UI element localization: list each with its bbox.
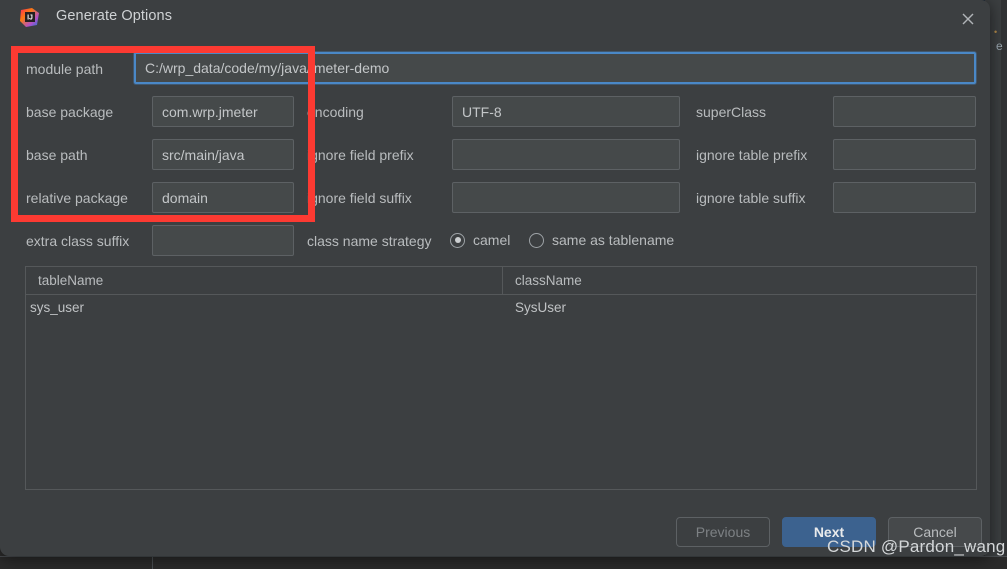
label-class-name-strategy: class name strategy	[307, 233, 432, 249]
label-ignore-field-suffix: ignore field suffix	[307, 190, 412, 206]
encoding-input[interactable]: UTF-8	[452, 96, 680, 127]
extra-class-suffix-input[interactable]	[152, 225, 294, 256]
radio-camel-label: camel	[473, 232, 511, 248]
intellij-idea-icon: IJ	[19, 7, 40, 28]
dialog-title: Generate Options	[56, 8, 173, 24]
radio-dot-camel-icon	[450, 232, 465, 248]
label-base-package: base package	[26, 104, 114, 120]
module-path-input[interactable]: C:/wrp_data/code/my/java/jmeter-demo	[134, 52, 976, 84]
table-row[interactable]: sys_user SysUser	[26, 295, 976, 319]
radio-camel[interactable]: camel	[450, 232, 510, 248]
label-super-class: superClass	[696, 104, 767, 120]
label-ignore-table-suffix: ignore table suffix	[696, 190, 806, 206]
ide-edge-dot: •	[994, 27, 998, 37]
previous-button[interactable]: Previous	[676, 517, 770, 547]
table-column-header-classname[interactable]: className	[503, 267, 976, 294]
radio-dot-same-as-tablename-icon	[529, 232, 544, 248]
cell-tablename: sys_user	[30, 299, 85, 315]
label-ignore-field-prefix: ignore field prefix	[307, 147, 414, 163]
base-path-input[interactable]: src/main/java	[152, 139, 294, 170]
table-empty-area	[26, 319, 976, 488]
dialog-titlebar: IJ Generate Options	[0, 0, 990, 36]
label-encoding: encoding	[307, 104, 364, 120]
ignore-field-prefix-input[interactable]	[452, 139, 680, 170]
radio-same-as-tablename[interactable]: same as tablename	[529, 232, 674, 248]
watermark: CSDN @Pardon_wang	[827, 537, 1006, 556]
label-ignore-table-prefix: ignore table prefix	[696, 147, 808, 163]
cell-classname: SysUser	[515, 299, 567, 315]
super-class-input[interactable]	[833, 96, 976, 127]
base-package-input[interactable]: com.wrp.jmeter	[152, 96, 294, 127]
tables-grid[interactable]: tableName className sys_user SysUser	[25, 266, 977, 490]
ide-edge-char: e	[996, 39, 1003, 53]
ide-right-edge	[1001, 0, 1007, 569]
radio-same-as-tablename-label: same as tablename	[552, 232, 675, 248]
ignore-field-suffix-input[interactable]	[452, 182, 680, 213]
close-icon[interactable]	[955, 6, 981, 32]
label-extra-class-suffix: extra class suffix	[26, 233, 130, 249]
label-module-path: module path	[26, 61, 104, 77]
table-column-header-tablename[interactable]: tableName	[26, 267, 503, 294]
label-relative-package: relative package	[26, 190, 128, 206]
svg-text:IJ: IJ	[27, 15, 33, 22]
ignore-table-prefix-input[interactable]	[833, 139, 976, 170]
label-base-path: base path	[26, 147, 88, 163]
relative-package-input[interactable]: domain	[152, 182, 294, 213]
ignore-table-suffix-input[interactable]	[833, 182, 976, 213]
ide-status-bar-separator	[152, 557, 153, 569]
table-header-row: tableName className	[26, 267, 976, 295]
generate-options-dialog: IJ Generate Options module path C:/wrp_d…	[0, 0, 990, 556]
